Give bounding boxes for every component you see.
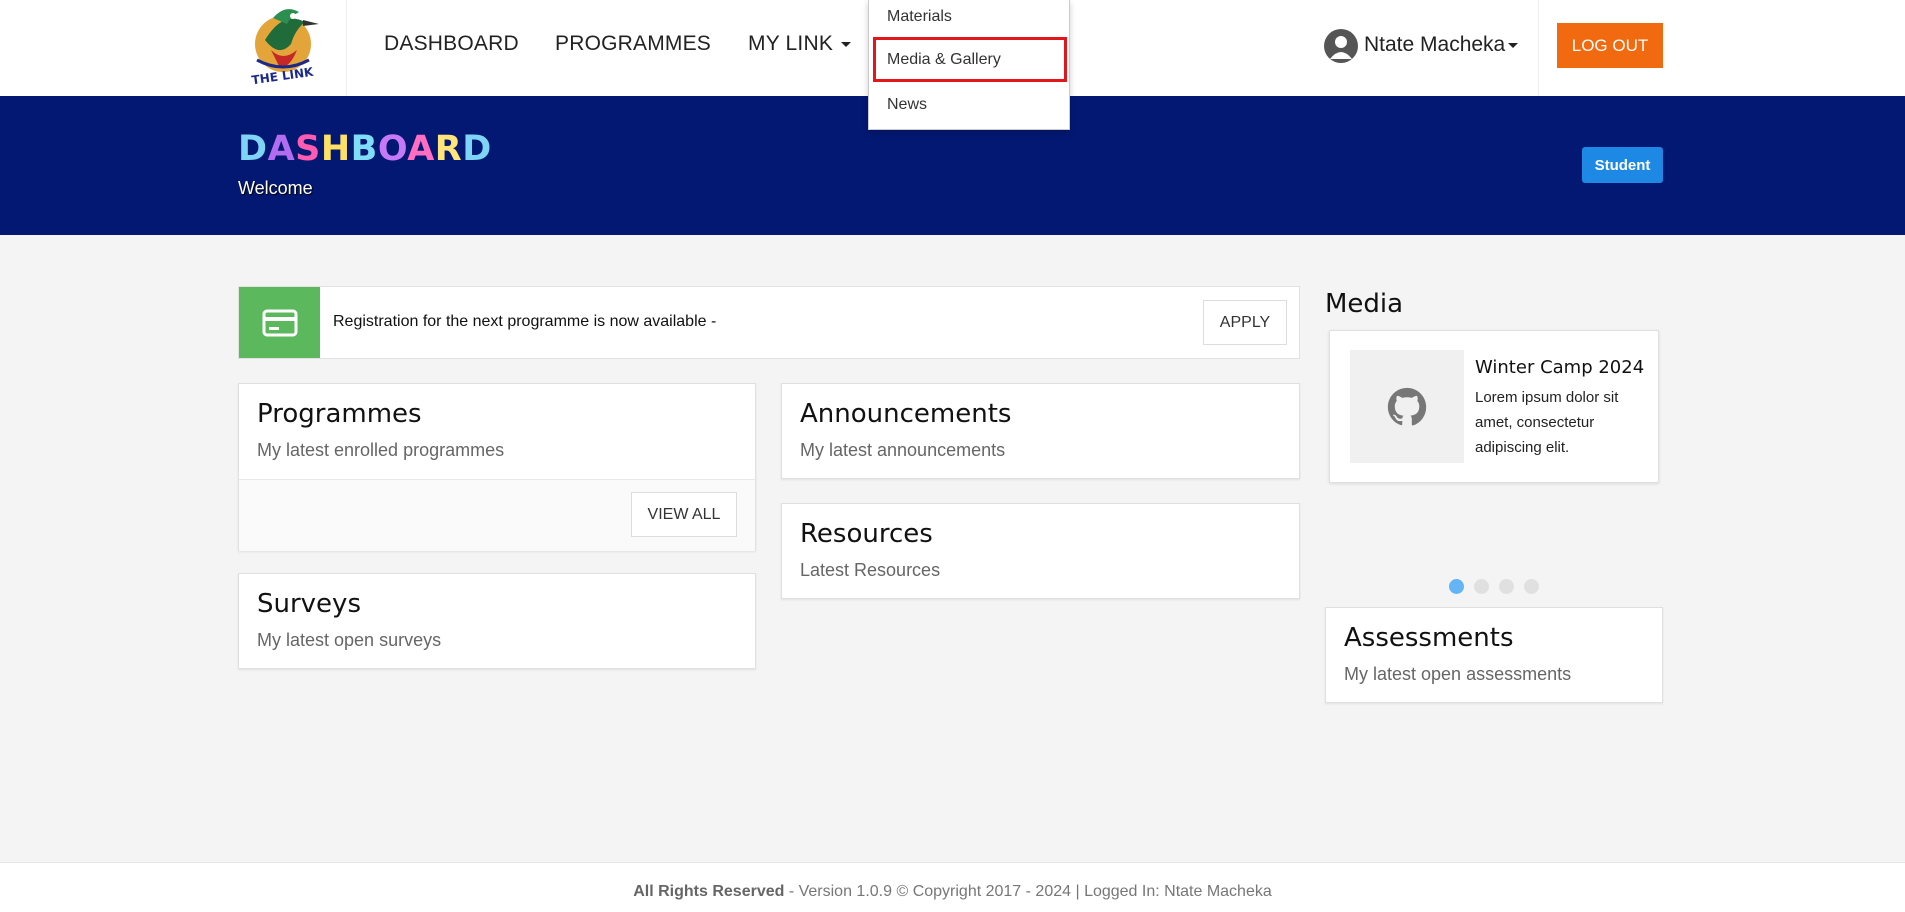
- avatar[interactable]: [1324, 29, 1358, 63]
- logo-text: THE LINK: [251, 65, 315, 88]
- assessments-title: Assessments: [1344, 623, 1514, 653]
- page-title: DASHBOARD: [238, 129, 492, 169]
- user-menu-toggle[interactable]: Ntate Macheka: [1364, 33, 1519, 57]
- user-name-label: Ntate Macheka: [1364, 33, 1506, 56]
- carousel-dot-1[interactable]: [1449, 579, 1464, 594]
- programmes-card: Programmes My latest enrolled programmes…: [238, 383, 756, 551]
- menu-item-materials[interactable]: Materials: [887, 8, 952, 26]
- nav-programmes[interactable]: PROGRAMMES: [555, 32, 711, 56]
- resources-card: Resources Latest Resources: [781, 503, 1300, 599]
- title-letter: S: [295, 129, 321, 169]
- my-link-dropdown-menu: Materials Media & Gallery News: [868, 0, 1070, 130]
- registration-alert: Registration for the next programme is n…: [238, 286, 1300, 359]
- user-divider: [1538, 0, 1539, 96]
- media-heading: Media: [1325, 289, 1404, 319]
- carousel-indicators: [1449, 579, 1539, 594]
- programmes-title: Programmes: [257, 399, 422, 429]
- welcome-text: Welcome: [238, 178, 313, 198]
- media-carousel-slide[interactable]: Winter Camp 2024 Lorem ipsum dolor sit a…: [1329, 330, 1659, 483]
- logo-divider: [346, 0, 347, 96]
- media-item-title: Winter Camp 2024: [1475, 357, 1645, 378]
- title-letter: A: [267, 129, 296, 169]
- user-icon: [1330, 36, 1352, 59]
- carousel-dot-4[interactable]: [1524, 579, 1539, 594]
- nav-programmes-label: PROGRAMMES: [555, 32, 712, 55]
- the-link-logo[interactable]: THE LINK: [243, 0, 323, 88]
- title-letter: B: [350, 129, 378, 169]
- registration-text: Registration for the next programme is n…: [333, 313, 717, 330]
- carousel-dot-3[interactable]: [1499, 579, 1514, 594]
- programmes-card-footer: VIEW ALL: [239, 479, 755, 551]
- menu-item-media-gallery[interactable]: Media & Gallery: [887, 51, 1001, 69]
- media-thumbnail[interactable]: [1350, 350, 1464, 463]
- page-footer: All Rights Reserved - Version 1.0.9 © Co…: [0, 862, 1905, 912]
- announcements-card: Announcements My latest announcements: [781, 383, 1300, 479]
- assessments-subtitle: My latest open assessments: [1344, 664, 1572, 684]
- title-letter: O: [377, 129, 408, 169]
- title-letter: A: [407, 129, 435, 169]
- footer-version: - Version 1.0.9 © Copyright 2017 - 2024 …: [784, 883, 1272, 900]
- surveys-subtitle: My latest open surveys: [257, 630, 442, 650]
- apply-button[interactable]: APPLY: [1203, 300, 1287, 345]
- surveys-title: Surveys: [257, 589, 361, 619]
- footer-rights: All Rights Reserved: [633, 883, 785, 900]
- announcements-subtitle: My latest announcements: [800, 440, 1006, 460]
- resources-subtitle: Latest Resources: [800, 560, 941, 580]
- chevron-down-icon: [1508, 42, 1519, 48]
- nav-dashboard-label: DASHBOARD: [384, 32, 519, 55]
- menu-item-news[interactable]: News: [887, 96, 927, 114]
- title-letter: D: [238, 129, 268, 169]
- role-badge[interactable]: Student: [1582, 147, 1663, 183]
- surveys-card: Surveys My latest open surveys: [238, 573, 756, 669]
- resources-title: Resources: [800, 519, 933, 549]
- credit-card-icon: [239, 287, 320, 358]
- nav-my-link-label: MY LINK: [748, 32, 834, 55]
- media-item-text: Lorem ipsum dolor sit amet, consectetur …: [1475, 389, 1619, 456]
- footer-text: All Rights Reserved - Version 1.0.9 © Co…: [0, 883, 1905, 901]
- programmes-subtitle: My latest enrolled programmes: [257, 440, 505, 460]
- title-letter: R: [434, 129, 463, 169]
- title-letter: D: [462, 129, 492, 169]
- nav-my-link[interactable]: MY LINK: [748, 32, 852, 56]
- assessments-card: Assessments My latest open assessments: [1325, 607, 1663, 703]
- logout-button[interactable]: LOG OUT: [1557, 23, 1663, 68]
- nav-dashboard[interactable]: DASHBOARD: [384, 32, 519, 56]
- chevron-down-icon: [841, 41, 852, 47]
- announcements-title: Announcements: [800, 399, 1012, 429]
- github-icon: [1387, 387, 1427, 425]
- title-letter: H: [320, 129, 351, 169]
- view-all-button[interactable]: VIEW ALL: [631, 492, 737, 537]
- carousel-dot-2[interactable]: [1474, 579, 1489, 594]
